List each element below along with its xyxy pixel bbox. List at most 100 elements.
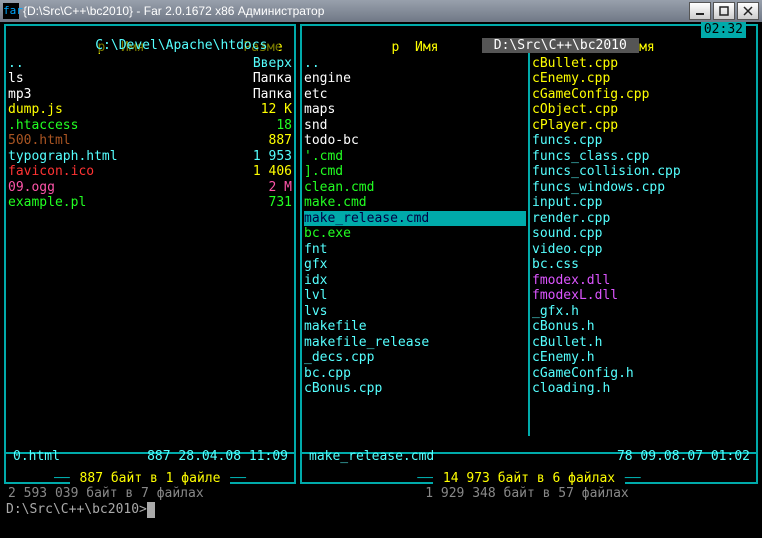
file-row[interactable]: bc.css <box>532 257 754 273</box>
file-name: example.pl <box>8 195 234 211</box>
file-name: funcs_class.cpp <box>532 149 754 165</box>
left-panel-path[interactable]: C:\Devel\Apache\htdocs <box>2 22 298 38</box>
file-row[interactable]: cBonus.h <box>532 319 754 335</box>
file-name: input.cpp <box>532 195 754 211</box>
file-name: 09.ogg <box>8 180 234 196</box>
file-row[interactable]: funcs.cpp <box>532 133 754 149</box>
file-name: ls <box>8 71 234 87</box>
file-row[interactable]: clean.cmd <box>304 180 526 196</box>
file-row[interactable]: lsПапка <box>8 71 292 87</box>
file-row[interactable]: cGameConfig.h <box>532 366 754 382</box>
file-row[interactable]: cloading.h <box>532 381 754 397</box>
file-name: funcs.cpp <box>532 133 754 149</box>
file-row[interactable]: idx <box>304 273 526 289</box>
file-name: cloading.h <box>532 381 754 397</box>
file-row[interactable]: video.cpp <box>532 242 754 258</box>
file-row[interactable]: todo-bc <box>304 133 526 149</box>
file-row[interactable]: cGameConfig.cpp <box>532 87 754 103</box>
file-row[interactable]: cBullet.h <box>532 335 754 351</box>
file-size: 2 M <box>234 180 292 196</box>
file-name: engine <box>304 71 526 87</box>
command-prompt: D:\Src\C++\bc2010> <box>6 502 147 518</box>
file-row[interactable]: make.cmd <box>304 195 526 211</box>
file-row[interactable]: .htaccess18 <box>8 118 292 134</box>
right-panel-path[interactable]: D:\Src\C++\bc2010 <box>298 22 760 38</box>
file-name: .. <box>304 56 526 72</box>
file-row[interactable]: fmodex.dll <box>532 273 754 289</box>
file-row[interactable]: cBullet.cpp <box>532 56 754 72</box>
minimize-button[interactable] <box>689 2 711 20</box>
file-row[interactable]: example.pl731 <box>8 195 292 211</box>
file-row[interactable]: fmodexL.dll <box>532 288 754 304</box>
file-name: lvs <box>304 304 526 320</box>
file-row[interactable]: makefile_release <box>304 335 526 351</box>
file-row[interactable]: fnt <box>304 242 526 258</box>
right-selection-summary: ── 14 973 байт в 6 файлах ── <box>298 471 760 487</box>
file-row[interactable]: _gfx.h <box>532 304 754 320</box>
file-name: bc.css <box>532 257 754 273</box>
file-name: todo-bc <box>304 133 526 149</box>
file-row[interactable]: typograph.html1 953 <box>8 149 292 165</box>
left-status-bar: 0.html 887 28.04.08 11:09 <box>12 449 288 465</box>
file-name: _decs.cpp <box>304 350 526 366</box>
file-row[interactable]: .. <box>304 56 526 72</box>
file-row[interactable]: bc.exe <box>304 226 526 242</box>
file-row[interactable]: funcs_windows.cpp <box>532 180 754 196</box>
file-row[interactable]: cEnemy.cpp <box>532 71 754 87</box>
file-row[interactable]: sound.cpp <box>532 226 754 242</box>
file-row[interactable]: engine <box>304 71 526 87</box>
file-row[interactable]: cBonus.cpp <box>304 381 526 397</box>
close-button[interactable] <box>737 2 759 20</box>
file-name: bc.cpp <box>304 366 526 382</box>
file-row[interactable]: bc.cpp <box>304 366 526 382</box>
file-row[interactable]: cObject.cpp <box>532 102 754 118</box>
file-row[interactable]: lvs <box>304 304 526 320</box>
file-row[interactable]: dump.js12 K <box>8 102 292 118</box>
right-status-bar: make_release.cmd 78 09.08.07 01:02 <box>308 449 750 465</box>
file-row[interactable]: mp3Папка <box>8 87 292 103</box>
file-name: bc.exe <box>304 226 526 242</box>
file-name: cBonus.h <box>532 319 754 335</box>
right-panel[interactable]: D:\Src\C++\bc2010 02:32 р Имя..engineetc… <box>298 22 760 486</box>
file-row[interactable]: snd <box>304 118 526 134</box>
file-name: funcs_windows.cpp <box>532 180 754 196</box>
file-size: 1 953 <box>234 149 292 165</box>
file-name: make_release.cmd <box>304 211 526 227</box>
file-row[interactable]: funcs_class.cpp <box>532 149 754 165</box>
file-name: cGameConfig.cpp <box>532 87 754 103</box>
file-row[interactable]: ].cmd <box>304 164 526 180</box>
file-row[interactable]: etc <box>304 87 526 103</box>
file-name: cGameConfig.h <box>532 366 754 382</box>
file-row[interactable]: maps <box>304 102 526 118</box>
file-name: snd <box>304 118 526 134</box>
left-panel[interactable]: C:\Devel\Apache\htdocs р ИмяРазме..Вверх… <box>2 22 298 486</box>
command-line[interactable]: D:\Src\C++\bc2010> <box>2 502 760 518</box>
file-name: make.cmd <box>304 195 526 211</box>
file-row[interactable]: gfx <box>304 257 526 273</box>
file-row[interactable]: render.cpp <box>532 211 754 227</box>
maximize-button[interactable] <box>713 2 735 20</box>
file-row[interactable]: 09.ogg2 M <box>8 180 292 196</box>
window-titlebar: far {D:\Src\C++\bc2010} - Far 2.0.1672 x… <box>0 0 762 22</box>
file-row[interactable]: funcs_collision.cpp <box>532 164 754 180</box>
file-row[interactable]: cEnemy.h <box>532 350 754 366</box>
file-name: cBullet.h <box>532 335 754 351</box>
file-row[interactable]: '.cmd <box>304 149 526 165</box>
file-name: makefile_release <box>304 335 526 351</box>
file-size: 18 <box>234 118 292 134</box>
file-name: maps <box>304 102 526 118</box>
file-row[interactable]: make_release.cmd <box>304 211 526 227</box>
file-row[interactable]: _decs.cpp <box>304 350 526 366</box>
file-name: clean.cmd <box>304 180 526 196</box>
file-row[interactable]: makefile <box>304 319 526 335</box>
column-separator <box>528 40 530 436</box>
file-name: typograph.html <box>8 149 234 165</box>
file-row[interactable]: input.cpp <box>532 195 754 211</box>
file-size: Вверх <box>234 56 292 72</box>
file-name: funcs_collision.cpp <box>532 164 754 180</box>
file-row[interactable]: lvl <box>304 288 526 304</box>
file-row[interactable]: cPlayer.cpp <box>532 118 754 134</box>
file-row[interactable]: favicon.ico1 406 <box>8 164 292 180</box>
file-row[interactable]: 500.html887 <box>8 133 292 149</box>
file-size: 12 K <box>234 102 292 118</box>
